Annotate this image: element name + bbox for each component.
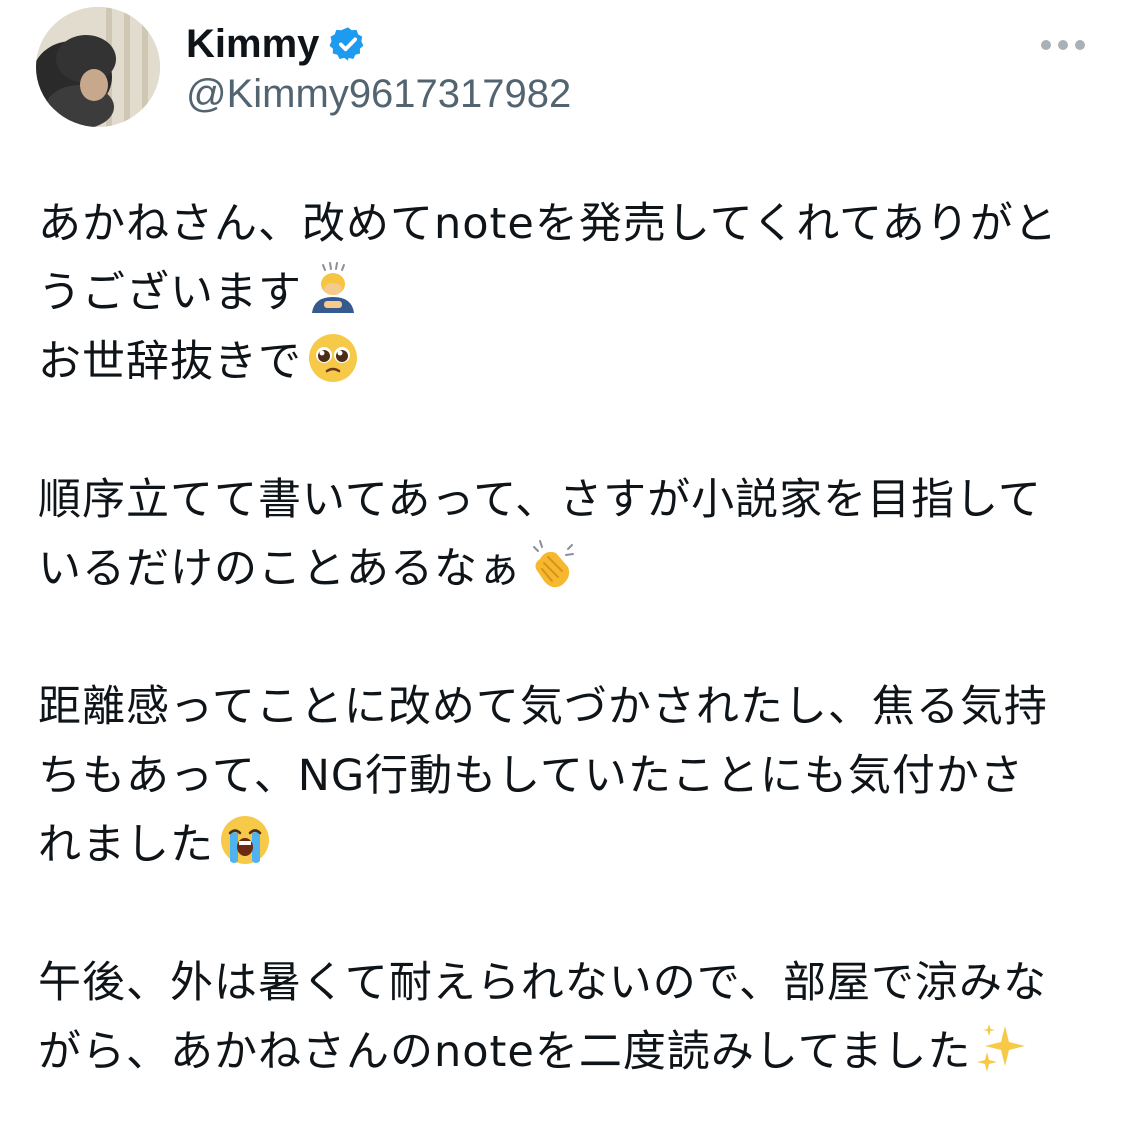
person-bowing-emoji [306,261,360,315]
tweet-line-text: いるだけのことあるなぁ [38,544,522,594]
tweet-line-text: 午後、外は暑くて耐えられないので、部屋で涼みな [38,958,1047,1008]
tweet-line: 距離感ってことに改めて気づかされたし、焦る気持 [38,673,1098,742]
tweet-line: うございます [38,259,1098,328]
loudly-crying-face-emoji [218,813,272,867]
sparkles-emoji [975,1020,1029,1074]
tweet-line: いるだけのことあるなぁ [38,535,1098,604]
tweet-line-text: がら、あかねさんのnoteを二度読みしてました [38,1027,972,1077]
display-name[interactable]: Kimmy [186,20,319,68]
tweet-line-text: うございます [38,268,302,318]
clapping-hands-emoji [526,537,580,591]
tweet-line: 順序立てて書いてあって、さすが小説家を目指して [38,466,1098,535]
more-horizontal-icon [1041,40,1085,50]
avatar[interactable] [36,7,160,127]
tweet-line-text: 順序立てて書いてあって、さすが小説家を目指して [38,475,1042,525]
tweet-text: あかねさん、改めてnoteを発売してくれてありがと うございます お世辞抜きで 順… [38,190,1098,1087]
tweet-line-text: 距離感ってことに改めて気づかされたし、焦る気持 [38,682,1048,732]
tweet-paragraph: 午後、外は暑くて耐えられないので、部屋で涼みな がら、あかねさんのnoteを二度読… [38,949,1098,1087]
pleading-face-emoji [306,330,360,384]
tweet-line: ちもあって、NG行動もしていたことにも気付かさ [38,742,1098,811]
tweet-line-text: あかねさん、改めてnoteを発売してくれてありがと [38,199,1058,249]
tweet-line: れました [38,811,1098,880]
tweet-line: 午後、外は暑くて耐えられないので、部屋で涼みな [38,949,1098,1018]
tweet-line-text: お世辞抜きで [38,337,302,387]
verified-badge-icon [329,25,367,63]
tweet-line: お世辞抜きで [38,328,1098,397]
user-handle[interactable]: @Kimmy9617317982 [186,70,571,118]
tweet-paragraph: 順序立てて書いてあって、さすが小説家を目指して いるだけのことあるなぁ [38,466,1098,604]
tweet-paragraph: 距離感ってことに改めて気づかされたし、焦る気持 ちもあって、NG行動もしていたこと… [38,673,1098,880]
tweet-line: がら、あかねさんのnoteを二度読みしてました [38,1018,1098,1087]
tweet-line: あかねさん、改めてnoteを発売してくれてありがと [38,190,1098,259]
more-options-button[interactable] [1036,30,1090,60]
tweet-line-text: れました [38,820,214,870]
tweet-line-text: ちもあって、NG行動もしていたことにも気付かさ [38,751,1024,801]
avatar-photo [36,7,160,127]
tweet-paragraph: あかねさん、改めてnoteを発売してくれてありがと うございます お世辞抜きで [38,190,1098,397]
